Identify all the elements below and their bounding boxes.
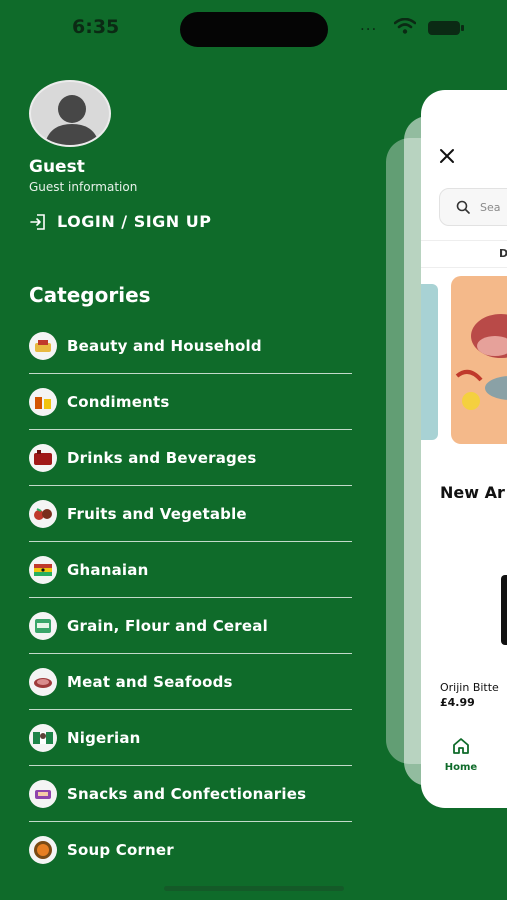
- home-label: Home: [444, 762, 478, 773]
- category-item-condiments[interactable]: Condiments: [29, 374, 352, 430]
- close-icon[interactable]: [439, 148, 455, 164]
- login-icon: [30, 213, 45, 230]
- avatar[interactable]: [29, 80, 111, 147]
- category-label: Nigerian: [67, 729, 141, 747]
- category-item-fruits-vegetable[interactable]: Fruits and Vegetable: [29, 486, 352, 542]
- profile-info: Guest information: [29, 180, 138, 194]
- category-tab-strip: D: [421, 240, 507, 268]
- status-time: 6:35: [72, 16, 120, 38]
- grain-thumbnail-icon: [29, 612, 57, 640]
- dynamic-island: [180, 12, 328, 47]
- condiments-thumbnail-icon: [29, 388, 57, 416]
- category-label: Ghanaian: [67, 561, 149, 579]
- category-label: Fruits and Vegetable: [67, 505, 247, 523]
- home-screen-preview[interactable]: Sea D New Ar Orijin Bitte £4.99 Home: [421, 90, 507, 808]
- search-input[interactable]: Sea: [439, 188, 507, 226]
- category-label: Meat and Seafoods: [67, 673, 233, 691]
- search-icon: [456, 200, 470, 214]
- signal-dots-icon: ...: [360, 16, 378, 34]
- wifi-icon: [394, 18, 416, 34]
- category-label: Condiments: [67, 393, 170, 411]
- fruits-thumbnail-icon: [29, 500, 57, 528]
- home-icon: [453, 738, 469, 754]
- beauty-thumbnail-icon: [29, 332, 57, 360]
- login-signup-link[interactable]: LOGIN / SIGN UP: [29, 212, 211, 231]
- profile-name: Guest: [29, 157, 85, 177]
- meat-thumbnail-icon: [29, 668, 57, 696]
- category-item-grain-flour-cereal[interactable]: Grain, Flour and Cereal: [29, 598, 352, 654]
- category-item-meat-seafoods[interactable]: Meat and Seafoods: [29, 654, 352, 710]
- nigerian-thumbnail-icon: [29, 724, 57, 752]
- category-tab[interactable]: D: [499, 247, 507, 260]
- category-item-snacks-confectionaries[interactable]: Snacks and Confectionaries: [29, 766, 352, 822]
- product-image[interactable]: [501, 575, 507, 645]
- drinks-thumbnail-icon: [29, 444, 57, 472]
- product-name[interactable]: Orijin Bitte: [440, 681, 499, 694]
- product-price: £4.99: [440, 696, 475, 709]
- bottom-nav-home[interactable]: Home: [441, 736, 481, 773]
- category-item-nigerian[interactable]: Nigerian: [29, 710, 352, 766]
- home-indicator[interactable]: [164, 886, 344, 891]
- category-item-soup-corner[interactable]: Soup Corner: [29, 822, 352, 878]
- ghanaian-thumbnail-icon: [29, 556, 57, 584]
- banner-previous-slide[interactable]: [421, 284, 438, 440]
- category-label: Drinks and Beverages: [67, 449, 257, 467]
- login-label: LOGIN / SIGN UP: [57, 212, 212, 231]
- category-label: Beauty and Household: [67, 337, 262, 355]
- category-item-drinks-beverages[interactable]: Drinks and Beverages: [29, 430, 352, 486]
- categories-heading: Categories: [29, 283, 151, 307]
- category-item-ghanaian[interactable]: Ghanaian: [29, 542, 352, 598]
- category-label: Soup Corner: [67, 841, 174, 859]
- category-label: Snacks and Confectionaries: [67, 785, 307, 803]
- new-arrivals-heading: New Ar: [440, 483, 505, 502]
- soup-thumbnail-icon: [29, 836, 57, 864]
- snacks-thumbnail-icon: [29, 780, 57, 808]
- banner-seafood[interactable]: [451, 276, 507, 444]
- category-item-beauty-household[interactable]: Beauty and Household: [29, 318, 352, 374]
- person-silhouette-icon: [44, 95, 100, 145]
- category-label: Grain, Flour and Cereal: [67, 617, 268, 635]
- battery-icon: [428, 21, 464, 35]
- status-bar: 6:35 ...: [0, 0, 507, 56]
- seafood-image-icon: [455, 314, 507, 410]
- category-list: Beauty and Household Condiments Drinks a…: [29, 318, 352, 878]
- search-placeholder: Sea: [480, 200, 501, 214]
